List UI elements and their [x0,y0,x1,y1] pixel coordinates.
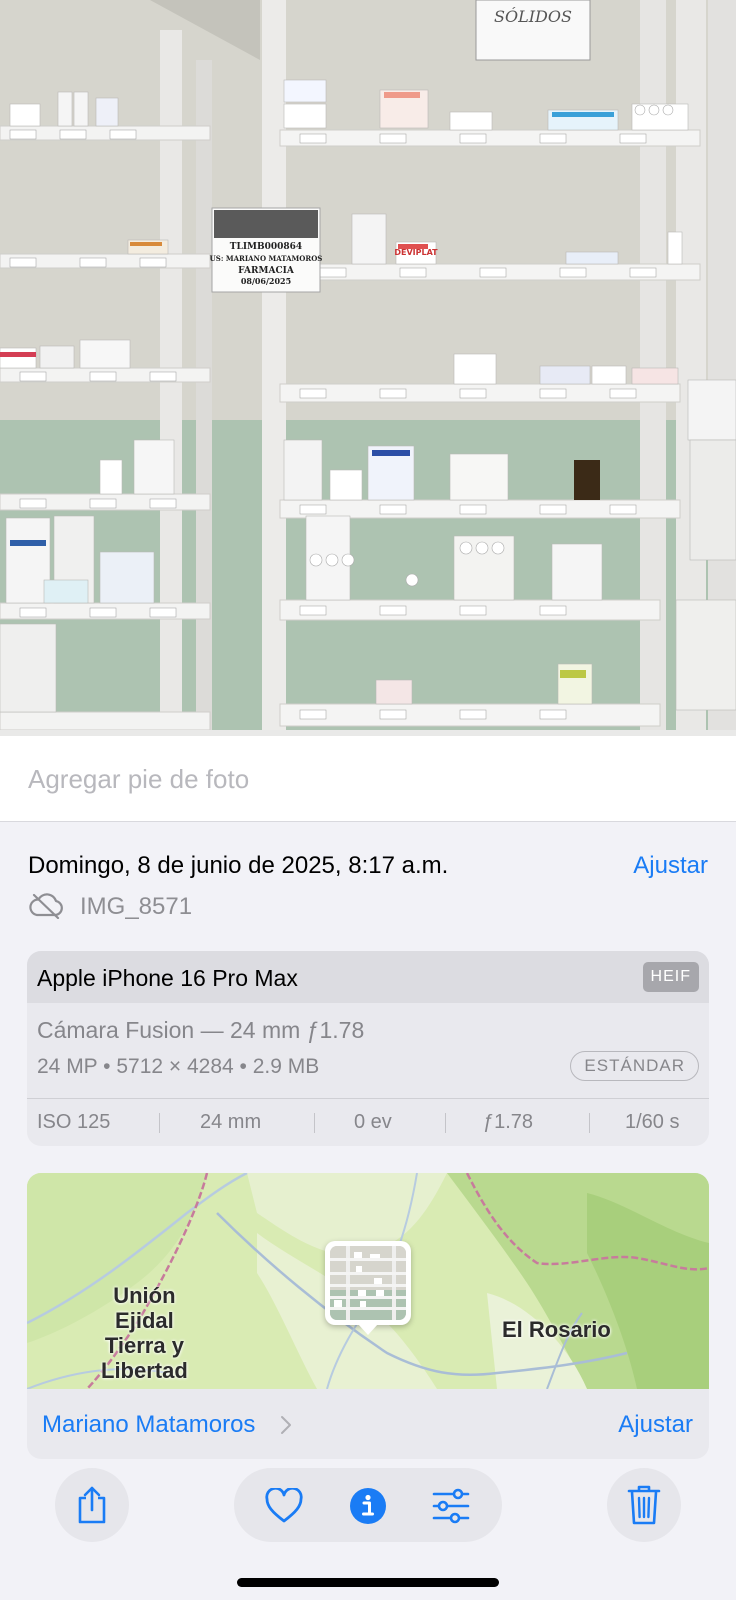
adjust-date-button[interactable]: Ajustar [633,852,708,880]
exif-divider [445,1113,446,1133]
exif-row: ISO 125 24 mm 0 ev ƒ1.78 1/60 s [27,1098,709,1146]
trash-icon [627,1485,661,1525]
location-row[interactable]: Mariano Matamoros Ajustar [27,1389,709,1459]
location-card: Unión Ejidal Tierra y Libertad El Rosari… [27,1173,709,1459]
exif-shutter-speed: 1/60 s [625,1111,680,1133]
device-name: Apple iPhone 16 Pro Max [37,965,298,991]
note-line-1: TLIMB000864 [230,242,302,252]
exif-divider [589,1113,590,1133]
location-map[interactable]: Unión Ejidal Tierra y Libertad El Rosari… [27,1173,709,1390]
camera-card-header: Apple iPhone 16 Pro Max HEIF [27,951,709,1003]
note-line-2: US: MARIANO MATAMOROS [210,254,323,263]
location-name-link[interactable]: Mariano Matamoros [42,1411,255,1439]
photo-location-pin[interactable] [325,1241,411,1335]
caption-input[interactable] [28,764,708,795]
delete-button[interactable] [607,1468,681,1542]
box-label-deviplat: DEVIPLAT [394,248,438,257]
photo-date: Domingo, 8 de junio de 2025, 8:17 a.m. [28,852,449,879]
cloud-slash-icon [29,893,63,919]
exif-divider [314,1113,315,1133]
photo-viewer[interactable]: TLIMB000864 US: MARIANO MATAMOROS FARMAC… [0,0,736,736]
adjust-sliders-icon[interactable] [431,1488,471,1524]
map-label-union-ejidal: Unión Ejidal Tierra y Libertad [101,1283,188,1383]
info-icon[interactable] [349,1487,387,1525]
box-label-puritos: Puritos 500 [4,358,32,364]
exif-iso: ISO 125 [37,1111,111,1133]
home-indicator[interactable] [237,1578,499,1587]
share-icon [78,1486,106,1524]
chevron-right-icon [281,1416,291,1434]
exif-divider [159,1113,160,1133]
note-line-4: 08/06/2025 [241,276,291,286]
image-specs: 24 MP • 5712 × 4284 • 2.9 MB [37,1055,320,1078]
caption-area [0,736,736,822]
exif-exposure-value: 0 ev [354,1111,392,1133]
photographic-style-badge: ESTÁNDAR [570,1051,699,1081]
photo-actions-group [234,1468,502,1542]
heart-icon[interactable] [264,1488,304,1524]
share-button[interactable] [55,1468,129,1542]
map-label-el-rosario: El Rosario [502,1317,611,1342]
camera-info-card: Apple iPhone 16 Pro Max HEIF Cámara Fusi… [27,951,709,1146]
exif-aperture: ƒ1.78 [483,1111,534,1133]
pharmacy-shelves-image: TLIMB000864 US: MARIANO MATAMOROS FARMAC… [0,0,736,736]
lens-info: Cámara Fusion — 24 mm ƒ1.78 [37,1017,365,1043]
pin-thumbnail [330,1246,406,1320]
exif-focal-length: 24 mm [200,1111,262,1133]
note-line-3: FARMACIA [238,266,295,276]
file-name: IMG_8571 [80,893,193,920]
solidos-sign: SÓLIDOS [494,6,572,26]
adjust-location-button[interactable]: Ajustar [618,1411,693,1439]
format-badge: HEIF [642,962,699,992]
